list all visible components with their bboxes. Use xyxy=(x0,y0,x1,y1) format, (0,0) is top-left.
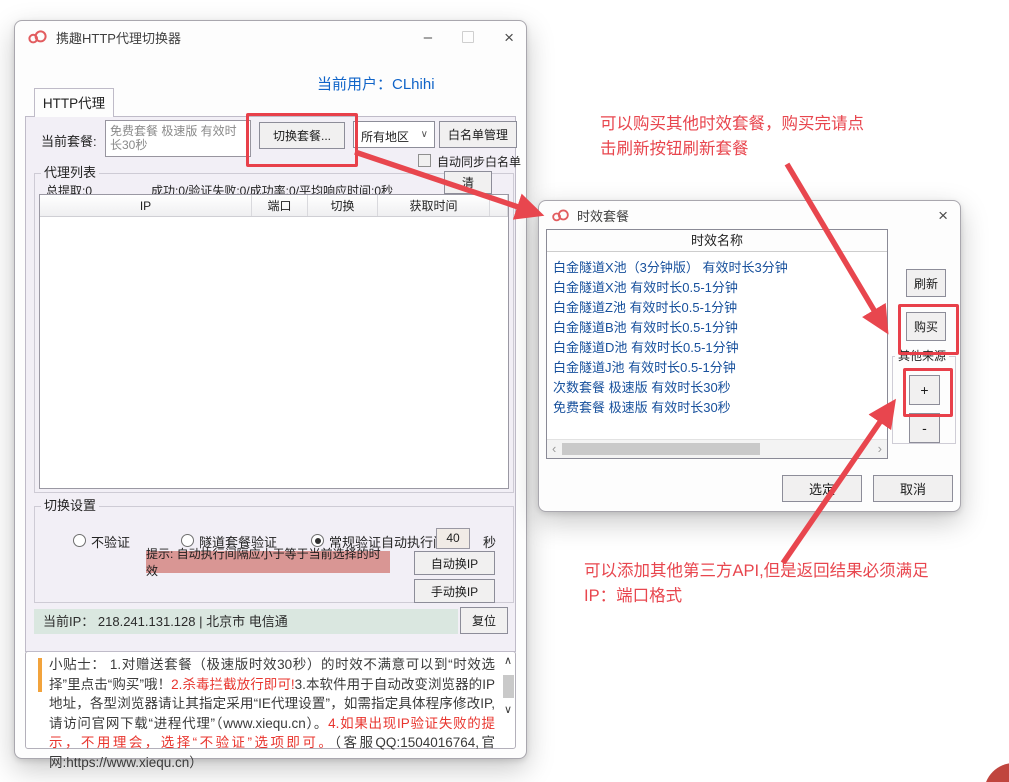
interval-unit-label: 秒 xyxy=(483,532,496,551)
current-user-label: 当前用户：CLhihi xyxy=(317,73,435,94)
interval-input[interactable]: 40 xyxy=(436,528,470,549)
annotation-note-top: 可以购买其他时效套餐，购买完请点 击刷新按钮刷新套餐 xyxy=(600,112,864,162)
dialog-close-icon[interactable]: × xyxy=(938,208,948,223)
region-dropdown[interactable]: 所有地区 ∨ xyxy=(353,121,435,148)
tips-scrollbar[interactable]: ∧ ∨ xyxy=(501,653,517,747)
column-header[interactable]: 端口 xyxy=(252,195,308,216)
plan-list-header[interactable]: 时效名称 xyxy=(547,230,887,252)
column-header[interactable]: IP xyxy=(40,195,252,216)
cancel-button[interactable]: 取消 xyxy=(873,475,953,502)
annotation-note-bottom-line1: 可以添加其他第三方API,但是返回结果必须满足 xyxy=(584,559,929,584)
dialog-logo-icon xyxy=(551,209,570,222)
refresh-button[interactable]: 刷新 xyxy=(906,269,946,297)
proxy-list-group-title: 代理列表 xyxy=(41,166,99,180)
proxy-table-header: IP端口切换获取时间 xyxy=(40,195,508,217)
package-label: 当前套餐: xyxy=(41,131,97,150)
minimize-icon[interactable]: – xyxy=(424,30,432,45)
window-title: 携趣HTTP代理切换器 xyxy=(56,28,181,47)
reset-button[interactable]: 复位 xyxy=(460,607,508,634)
list-item[interactable]: 免费套餐 极速版 有效时长30秒 xyxy=(547,398,887,418)
clear-button[interactable]: 清 xyxy=(444,171,492,194)
annotation-note-bottom-line2: IP：端口格式 xyxy=(584,584,929,609)
current-ip-bar: 当前IP： 218.241.131.128 | 北京市 电信通 xyxy=(34,609,458,634)
app-logo-icon xyxy=(27,30,48,44)
maximize-icon[interactable] xyxy=(462,31,474,43)
tab-http-proxy[interactable]: HTTP代理 xyxy=(34,88,114,117)
column-header[interactable]: 切换 xyxy=(308,195,378,216)
plan-dialog: 时效套餐 × 时效名称 白金隧道X池（3分钟版） 有效时长3分钟白金隧道X池 有… xyxy=(538,200,961,512)
auto-change-ip-button[interactable]: 自动换IP xyxy=(414,551,495,575)
package-value: 免费套餐 极速版 有效时长30秒 xyxy=(106,121,250,155)
list-item[interactable]: 白金隧道D池 有效时长0.5-1分钟 xyxy=(547,338,887,358)
chevron-down-icon: ∨ xyxy=(421,129,428,140)
list-item[interactable]: 次数套餐 极速版 有效时长30秒 xyxy=(547,378,887,398)
tips-segment-red: 2.杀毒拦截放行即可! xyxy=(171,677,295,692)
scroll-down-icon[interactable]: ∨ xyxy=(504,705,512,716)
other-source-title: 其他来源 xyxy=(895,349,949,363)
scroll-up-icon[interactable]: ∧ xyxy=(504,656,512,667)
hscrollbar-thumb[interactable] xyxy=(562,443,760,455)
annotation-note-top-line2: 击刷新按钮刷新套餐 xyxy=(600,137,864,162)
add-source-button[interactable]: + xyxy=(909,375,940,405)
column-header-blank[interactable] xyxy=(490,195,508,216)
tips-text: 小贴士： 1.对赠送套餐（极速版时效30秒）的时效不满意可以到“时效选择”里点击… xyxy=(49,655,495,772)
list-item[interactable]: 白金隧道X池 有效时长0.5-1分钟 xyxy=(547,278,887,298)
switch-package-button[interactable]: 切换套餐... xyxy=(259,122,345,149)
main-titlebar: 携趣HTTP代理切换器 – × xyxy=(15,21,526,53)
sync-whitelist-label: 自动同步白名单 xyxy=(437,153,521,170)
region-dropdown-value: 所有地区 xyxy=(361,128,409,145)
dialog-title: 时效套餐 xyxy=(577,206,629,225)
list-item[interactable]: 白金隧道J池 有效时长0.5-1分钟 xyxy=(547,358,887,378)
whitelist-manage-button[interactable]: 白名单管理 xyxy=(439,121,517,148)
tips-accent-bar xyxy=(38,658,42,692)
package-value-box: 免费套餐 极速版 有效时长30秒 xyxy=(105,120,251,157)
proxy-table-body[interactable] xyxy=(40,217,508,489)
column-header[interactable]: 获取时间 xyxy=(378,195,490,216)
scrollbar-thumb[interactable] xyxy=(503,675,514,698)
proxy-table: IP端口切换获取时间 xyxy=(39,194,509,489)
manual-change-ip-button[interactable]: 手动换IP xyxy=(414,579,495,603)
list-item[interactable]: 白金隧道X池（3分钟版） 有效时长3分钟 xyxy=(547,258,887,278)
remove-source-button[interactable]: - xyxy=(909,413,940,443)
list-item[interactable]: 白金隧道Z池 有效时长0.5-1分钟 xyxy=(547,298,887,318)
interval-hint: 提示: 自动执行间隔应小于等于当前选择的时效 xyxy=(146,551,390,573)
close-icon[interactable]: × xyxy=(504,30,514,45)
plan-list-rows: 白金隧道X池（3分钟版） 有效时长3分钟白金隧道X池 有效时长0.5-1分钟白金… xyxy=(547,252,887,418)
scroll-right-icon[interactable]: › xyxy=(878,443,882,454)
annotation-note-bottom: 可以添加其他第三方API,但是返回结果必须满足 IP：端口格式 xyxy=(584,559,929,609)
annotation-note-top-line1: 可以购买其他时效套餐，购买完请点 xyxy=(600,112,864,137)
list-item[interactable]: 白金隧道B池 有效时长0.5-1分钟 xyxy=(547,318,887,338)
plan-hscrollbar[interactable]: ‹ › xyxy=(547,439,887,458)
scroll-left-icon[interactable]: ‹ xyxy=(552,443,556,454)
red-corner-shape xyxy=(984,763,1009,782)
select-button[interactable]: 选定 xyxy=(782,475,862,502)
switch-settings-title: 切换设置 xyxy=(41,499,99,513)
plan-list: 时效名称 白金隧道X池（3分钟版） 有效时长3分钟白金隧道X池 有效时长0.5-… xyxy=(546,229,888,459)
radio-label: 不验证 xyxy=(91,532,130,551)
sync-whitelist-checkbox[interactable] xyxy=(418,154,431,167)
main-window: 携趣HTTP代理切换器 – × 当前用户：CLhihi HTTP代理 当前套餐:… xyxy=(14,20,527,759)
radio-1[interactable] xyxy=(73,534,86,547)
buy-button[interactable]: 购买 xyxy=(906,312,946,341)
dialog-titlebar: 时效套餐 × xyxy=(539,201,960,230)
